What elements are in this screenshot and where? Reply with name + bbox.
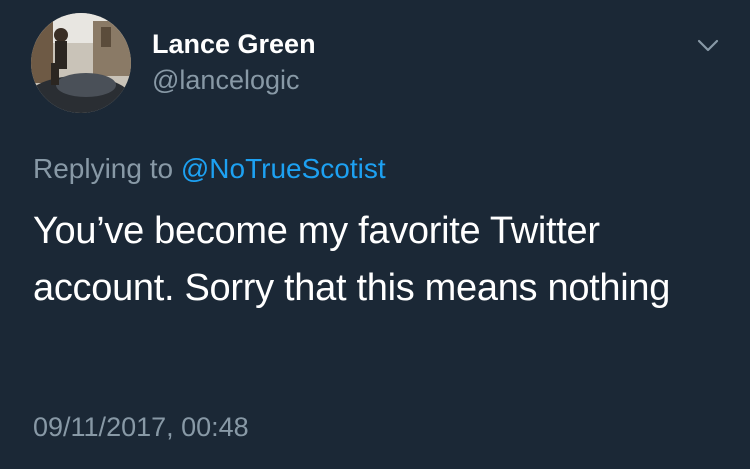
user-handle[interactable]: @lancelogic [152, 64, 300, 96]
avatar-photo [31, 13, 131, 113]
reply-prefix: Replying to [33, 153, 174, 184]
chevron-down-icon[interactable] [693, 30, 723, 60]
tweet-text: You’ve become my favorite Twitter accoun… [33, 210, 671, 309]
reply-mention-link[interactable]: @NoTrueScotist [181, 153, 386, 184]
tweet-timestamp[interactable]: 09/11/2017, 00:48 [33, 409, 249, 445]
reply-context: Replying to @NoTrueScotist [33, 151, 386, 187]
display-name[interactable]: Lance Green [152, 28, 316, 60]
tweet-card: Lance Green @lancelogic Replying to @NoT… [0, 0, 750, 469]
avatar[interactable] [31, 13, 131, 113]
